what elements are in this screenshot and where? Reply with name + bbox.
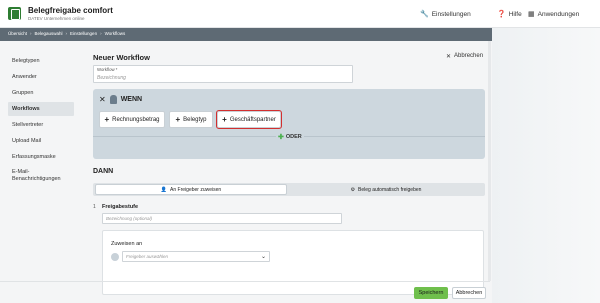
assign-label: Zuweisen an (111, 241, 143, 247)
sidebar-item-stellvertreter[interactable]: Stellvertreter (8, 118, 74, 132)
wrench-icon: 🔧 (420, 11, 429, 18)
help-icon: ❓ (497, 11, 506, 18)
condition-icon (109, 95, 117, 104)
chevron-down-icon: ⌄ (260, 254, 266, 260)
sidebar-item-gruppen[interactable]: Gruppen (8, 86, 74, 100)
close-icon: ✕ (446, 54, 452, 60)
cancel-top-label: Abbrechen (454, 53, 484, 59)
dann-label: DANN (93, 168, 114, 175)
tab-label: An Freigeber zuweisen (170, 186, 222, 193)
tab-an-freigeber-zuweisen[interactable]: 👤 An Freigeber zuweisen (95, 184, 287, 195)
app-subtitle: DATEV Unternehmen online (28, 16, 85, 21)
condition-label: Belegtyp (183, 116, 207, 123)
approver-select-row: Freigeber auswählen ⌄ (111, 251, 270, 262)
tab-beleg-automatisch-freigeben[interactable]: ⚙ Beleg automatisch freigeben (289, 184, 483, 195)
add-rechnungsbetrag-button[interactable]: + Rechnungsbetrag (99, 111, 165, 128)
help-label: Hilfe (508, 10, 522, 18)
sidebar-item-anwender[interactable]: Anwender (8, 70, 74, 84)
sidebar-item-belegtypen[interactable]: Belegtypen (8, 54, 74, 68)
wenn-header: ✕ WENN (99, 95, 142, 104)
workflow-field-placeholder: Bezeichnung (97, 75, 126, 81)
divider (0, 281, 490, 282)
save-button[interactable]: Speichern (414, 287, 448, 299)
plus-icon: + (175, 115, 181, 124)
wenn-label: WENN (120, 96, 143, 103)
help-button[interactable]: ❓ Hilfe (497, 10, 522, 19)
chevron-right-icon: › (65, 31, 68, 36)
breadcrumb: Übersicht › Belegauswahl › Einstellungen… (8, 31, 125, 36)
breadcrumb-item[interactable]: Einstellungen (70, 31, 97, 36)
assign-card: Zuweisen an Freigeber auswählen ⌄ (102, 230, 484, 295)
sidebar-item-email-benachrichtigungen[interactable]: E-Mail-Benachrichtigungen (8, 166, 74, 186)
app-title: Belegfreigabe comfort (28, 6, 113, 15)
scrollbar[interactable] (488, 41, 491, 281)
step-name-field[interactable]: Bezeichnung (optional) (102, 213, 342, 224)
page-title: Neuer Workflow (93, 53, 150, 62)
plus-circle-icon: ✚ (278, 134, 284, 141)
sidebar-item-erfassungsmaske[interactable]: Erfassungsmaske (8, 150, 74, 164)
step-number: 1 (93, 204, 96, 210)
condition-label: Geschäftspartner (229, 116, 276, 123)
chevron-right-icon: › (30, 31, 32, 36)
user-icon: 👤 (160, 186, 168, 193)
add-oder-button[interactable]: ✚ ODER (276, 133, 304, 141)
approver-select[interactable]: Freigeber auswählen ⌄ (122, 251, 270, 262)
grid-icon: ▦ (528, 11, 535, 18)
dann-tabs: 👤 An Freigeber zuweisen ⚙ Beleg automati… (93, 183, 485, 196)
breadcrumb-item: Workflows (104, 31, 126, 36)
breadcrumb-item[interactable]: Übersicht (8, 31, 27, 36)
wenn-panel: ✕ WENN + Rechnungsbetrag + Belegtyp + Ge… (93, 89, 485, 159)
workflow-name-field[interactable]: Workflow * Bezeichnung (93, 65, 353, 83)
chevron-right-icon: › (100, 31, 102, 36)
settings-label: Einstellungen (431, 10, 471, 18)
workflow-field-label: Workflow * (97, 67, 118, 72)
sidebar: Belegtypen Anwender Gruppen Workflows St… (8, 54, 74, 188)
tab-label: Beleg automatisch freigeben (358, 186, 422, 193)
close-icon[interactable]: ✕ (99, 95, 106, 104)
cancel-top-button[interactable]: ✕ Abbrechen (446, 53, 483, 60)
auto-approve-icon: ⚙ (350, 186, 356, 193)
app-logo-icon (8, 7, 21, 20)
sidebar-item-workflows[interactable]: Workflows (8, 102, 74, 116)
condition-label: Rechnungsbetrag (112, 116, 160, 123)
settings-button[interactable]: 🔧 Einstellungen (420, 10, 471, 19)
add-belegtyp-button[interactable]: + Belegtyp (169, 111, 213, 128)
sidebar-item-upload-mail[interactable]: Upload Mail (8, 134, 74, 148)
step-title: Freigabestufe (102, 204, 139, 210)
plus-icon: + (104, 115, 110, 124)
plus-icon: + (222, 115, 227, 124)
add-geschaeftspartner-button[interactable]: + Geschäftspartner (216, 110, 282, 129)
oder-label: ODER (285, 134, 302, 140)
cancel-button[interactable]: Abbrechen (452, 287, 486, 299)
apps-label: Anwendungen (537, 10, 580, 18)
approver-select-placeholder: Freigeber auswählen (126, 254, 169, 259)
breadcrumb-item[interactable]: Belegauswahl (35, 31, 63, 36)
blurred-area (492, 28, 600, 303)
avatar-icon (111, 252, 119, 261)
apps-button[interactable]: ▦ Anwendungen (528, 10, 580, 19)
top-bar: Belegfreigabe comfort DATEV Unternehmen … (0, 0, 600, 28)
